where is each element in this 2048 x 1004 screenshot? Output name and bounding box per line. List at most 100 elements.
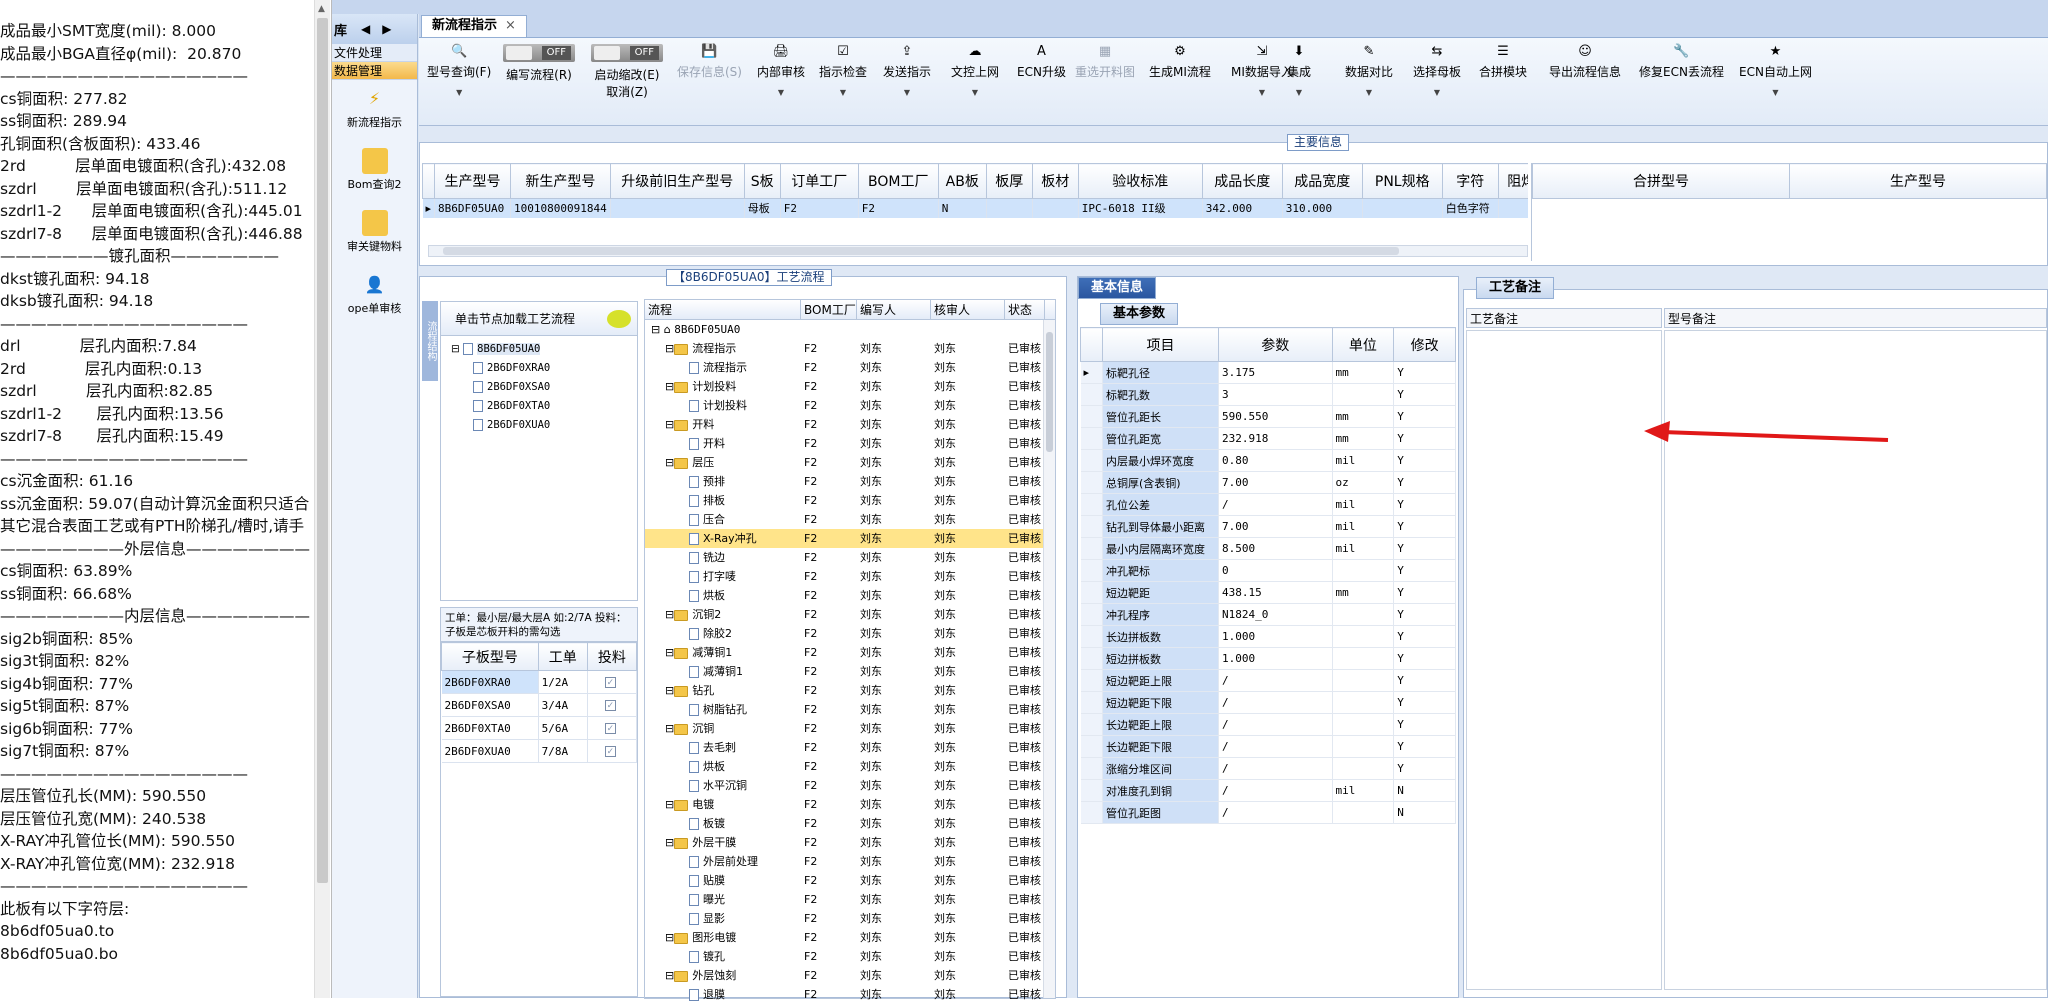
dropdown-arrow-icon[interactable]: ▼ [819,88,867,97]
flow-step-row[interactable]: ⊟ 减薄铜1 F2 刘东 刘东 已审核 [645,643,1055,662]
checkbox-icon[interactable]: ✓ [604,746,616,757]
param-value[interactable]: / [1218,493,1333,516]
flow-step-row[interactable]: 水平沉铜 F2 刘东 刘东 已审核 [645,776,1055,795]
toolbar-button-0[interactable]: 🔍 型号查询(F) ▼ [427,44,491,97]
flow-step-row[interactable]: 退膜 F2 刘东 刘东 已审核 [645,985,1055,1004]
checkbox-icon[interactable]: ✓ [604,700,616,711]
main-info-hscroll[interactable] [428,245,1528,257]
toggle-switch[interactable]: OFF [591,44,663,62]
param-row[interactable]: 最小内层隔离环宽度 8.500 mil Y [1080,537,1456,560]
param-row[interactable]: 管位孔距长 590.550 mm Y [1080,405,1456,428]
collapse-icon[interactable]: ⊟ [651,323,664,336]
nav-group-file[interactable]: 文件处理 [332,44,417,62]
param-value[interactable]: / [1218,757,1333,780]
param-value[interactable]: 1.000 [1218,625,1333,648]
dropdown-arrow-icon[interactable]: ▼ [1345,88,1393,97]
param-row[interactable]: 短边靶距下限 / Y [1080,691,1456,714]
feed-checkbox[interactable]: ✓ [587,739,638,763]
param-row[interactable]: 冲孔靶标 0 Y [1080,559,1456,582]
toggle-switch[interactable]: OFF [503,44,575,62]
flow-step-row[interactable]: 烘板 F2 刘东 刘东 已审核 [645,757,1055,776]
tree-node[interactable]: 2B6DF0XSA0 [451,378,637,397]
notepad-window[interactable]: 成品最小SMT宽度(mil): 8.000 成品最小BGA直径φ(mil): 20… [0,0,332,998]
toolbar-button-2[interactable]: OFF 启动缩改(E) 取消(Z) [591,44,663,100]
param-row[interactable]: 长边拼板数 1.000 Y [1080,625,1456,648]
dropdown-arrow-icon[interactable]: ▼ [883,88,931,97]
flow-step-row[interactable]: 贴膜 F2 刘东 刘东 已审核 [645,871,1055,890]
param-row[interactable]: 对准度孔到铜 / mil N [1080,779,1456,802]
flow-step-row[interactable]: 流程指示 F2 刘东 刘东 已审核 [645,358,1055,377]
flow-step-row[interactable]: 外层前处理 F2 刘东 刘东 已审核 [645,852,1055,871]
toolbar-button-5[interactable]: ☑ 指示检查 ▼ [819,44,867,97]
dropdown-arrow-icon[interactable]: ▼ [951,88,999,97]
param-row[interactable]: 钻孔到导体最小距离 7.00 mil Y [1080,515,1456,538]
param-value[interactable]: / [1218,801,1333,824]
flow-step-row[interactable]: ⊟ 沉铜2 F2 刘东 刘东 已审核 [645,605,1055,624]
flow-step-row[interactable]: ⊟ 外层干膜 F2 刘东 刘东 已审核 [645,833,1055,852]
table-row[interactable]: 2B6DF0XRA0 1/2A ✓ [441,670,638,694]
scroll-up-icon[interactable]: ▲ [318,4,325,14]
toolbar-button-16[interactable]: ☺ 导出流程信息 [1549,44,1621,80]
scrollbar-thumb[interactable] [317,18,328,883]
feed-checkbox[interactable]: ✓ [587,670,638,694]
feed-checkbox[interactable]: ✓ [587,693,638,717]
collapse-icon[interactable]: ⊟ [665,722,674,735]
toolbar-button-10[interactable]: ⚙ 生成MI流程 [1149,44,1211,80]
flow-step-row[interactable]: 除胶2 F2 刘东 刘东 已审核 [645,624,1055,643]
tab-basic-params[interactable]: 基本参数 [1100,303,1179,325]
toolbar-button-15[interactable]: ☰ 合拼模块 [1479,44,1527,80]
toolbar-button-18[interactable]: ★ ECN自动上网 ▼ [1739,44,1812,97]
collapse-icon[interactable]: ⊟ [665,646,674,659]
flow-step-row[interactable]: 树脂钻孔 F2 刘东 刘东 已审核 [645,700,1055,719]
table-row[interactable]: 2B6DF0XTA0 5/6A ✓ [441,716,638,740]
toolbar-button-12[interactable]: ⬇ 集成 ▼ [1287,44,1311,97]
param-row[interactable]: ▸ 标靶孔径 3.175 mm Y [1080,361,1456,384]
flow-step-row[interactable]: 显影 F2 刘东 刘东 已审核 [645,909,1055,928]
close-icon[interactable]: × [505,18,516,33]
flow-step-row[interactable]: 开料 F2 刘东 刘东 已审核 [645,434,1055,453]
param-row[interactable]: 孔位公差 / mil Y [1080,493,1456,516]
param-value[interactable]: 0 [1218,559,1333,582]
tree-node[interactable]: 2B6DF0XTA0 [451,397,637,416]
process-structure-sidetab[interactable]: 流程结构 [422,301,438,381]
param-row[interactable]: 短边拼板数 1.000 Y [1080,647,1456,670]
collapse-icon[interactable]: ⊟ [665,931,674,944]
flow-step-row[interactable]: 镀孔 F2 刘东 刘东 已审核 [645,947,1055,966]
toolbar-button-13[interactable]: ✎ 数据对比 ▼ [1345,44,1393,97]
scrollbar-thumb[interactable] [1046,332,1053,452]
param-row[interactable]: 长边靶距上限 / Y [1080,713,1456,736]
flow-root-node[interactable]: ⊟ ⌂ 8B6DF05UA0 [645,320,1055,339]
table-row[interactable]: 2B6DF0XUA0 7/8A ✓ [441,739,638,763]
collapse-icon[interactable]: ⊟ [665,608,674,621]
tree-node[interactable]: ⊟ 8B6DF05UA0 [451,340,637,359]
param-row[interactable]: 内层最小焊环宽度 0.80 mil Y [1080,449,1456,472]
flow-step-row[interactable]: 打字唛 F2 刘东 刘东 已审核 [645,567,1055,586]
flow-step-row[interactable]: 板镀 F2 刘东 刘东 已审核 [645,814,1055,833]
param-value[interactable]: 3.175 [1218,361,1333,384]
nav-item-bom[interactable]: Bom查询2 [332,142,417,204]
tab-process-remarks[interactable]: 工艺备注 [1476,277,1555,299]
collapse-icon[interactable]: ⊟ [665,380,674,393]
dropdown-arrow-icon[interactable]: ▼ [1287,88,1311,97]
model-remark-textarea[interactable] [1664,330,2047,990]
tab-new-process[interactable]: 新流程指示 × [421,15,527,37]
param-value[interactable]: / [1218,779,1333,802]
flow-step-row[interactable]: ⊟ 开料 F2 刘东 刘东 已审核 [645,415,1055,434]
flow-step-row[interactable]: 减薄铜1 F2 刘东 刘东 已审核 [645,662,1055,681]
nav-item-review[interactable]: 👤 ope单审核 [332,266,417,328]
flow-step-row[interactable]: 去毛刺 F2 刘东 刘东 已审核 [645,738,1055,757]
collapse-icon[interactable]: ⊟ [665,456,674,469]
param-value[interactable]: / [1218,691,1333,714]
param-row[interactable]: 管位孔距宽 232.918 mm Y [1080,427,1456,450]
param-row[interactable]: 冲孔程序 N1824_0 Y [1080,603,1456,626]
flow-step-row[interactable]: ⊟ 流程指示 F2 刘东 刘东 已审核 [645,339,1055,358]
param-row[interactable]: 总铜厚(含表铜) 7.00 oz Y [1080,471,1456,494]
param-row[interactable]: 管位孔距图 / N [1080,801,1456,824]
nav-item-new-process[interactable]: ⚡ 新流程指示 [332,80,417,142]
param-value[interactable]: 3 [1218,383,1333,406]
param-row[interactable]: 涨缩分堆区间 / Y [1080,757,1456,780]
param-value[interactable]: 590.550 [1218,405,1333,428]
param-value[interactable]: 0.80 [1218,449,1333,472]
dropdown-arrow-icon[interactable]: ▼ [757,88,805,97]
flow-step-row[interactable]: ⊟ 钻孔 F2 刘东 刘东 已审核 [645,681,1055,700]
